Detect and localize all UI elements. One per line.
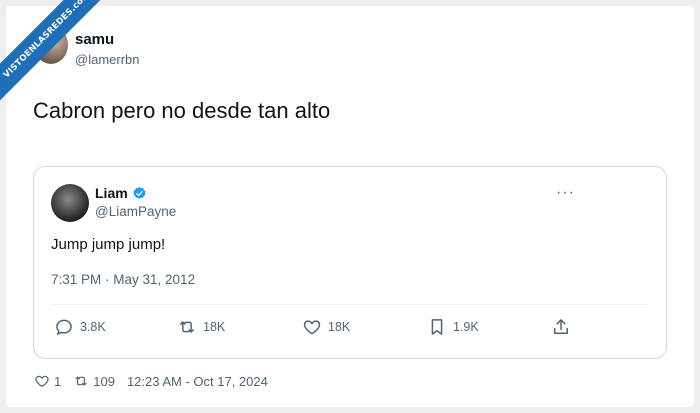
heart-icon bbox=[35, 375, 49, 387]
retweet-button[interactable]: 18K bbox=[177, 317, 225, 337]
footer-like-count: 1 bbox=[54, 373, 62, 389]
share-icon bbox=[554, 319, 568, 334]
footer-retweet-count: 109 bbox=[93, 373, 115, 389]
quoted-avatar[interactable] bbox=[51, 184, 89, 222]
quoted-author-name: Liam bbox=[95, 185, 128, 201]
bookmark-icon bbox=[431, 319, 443, 335]
like-button[interactable]: 18K bbox=[302, 317, 350, 337]
more-options-icon[interactable]: ··· bbox=[556, 184, 575, 202]
quoted-text: Jump jump jump! bbox=[51, 236, 166, 253]
like-count: 18K bbox=[328, 320, 351, 334]
reply-icon bbox=[56, 319, 72, 335]
retweet-count: 18K bbox=[203, 320, 226, 334]
retweet-icon bbox=[75, 376, 87, 386]
footer-retweet[interactable]: 109 bbox=[73, 373, 115, 389]
quoted-tweet[interactable]: Liam @LiamPayne ··· Jump jump jump! 7:31… bbox=[33, 166, 667, 359]
footer-timestamp[interactable]: 12:23 AM - Oct 17, 2024 bbox=[127, 374, 268, 389]
watermark-ribbon: VISTOENLASREDES.com bbox=[0, 0, 117, 105]
heart-icon bbox=[303, 320, 321, 335]
tweet-footer: 1 109 12:23 AM - Oct 17, 2024 bbox=[34, 373, 268, 389]
quoted-handle[interactable]: @LiamPayne bbox=[95, 204, 176, 219]
watermark-corner: VISTOENLASREDES.com bbox=[0, 0, 120, 120]
reply-count: 3.8K bbox=[80, 320, 106, 334]
bookmark-count: 1.9K bbox=[453, 320, 479, 334]
bookmark-button[interactable]: 1.9K bbox=[427, 317, 479, 337]
reply-button[interactable]: 3.8K bbox=[54, 317, 106, 337]
quoted-timestamp[interactable]: 7:31 PM · May 31, 2012 bbox=[51, 272, 195, 287]
quoted-author[interactable]: Liam bbox=[95, 185, 147, 201]
footer-like[interactable]: 1 bbox=[34, 373, 61, 389]
share-button[interactable] bbox=[551, 317, 571, 337]
divider bbox=[51, 304, 649, 305]
verified-badge-icon bbox=[133, 186, 146, 199]
retweet-icon bbox=[180, 321, 194, 333]
